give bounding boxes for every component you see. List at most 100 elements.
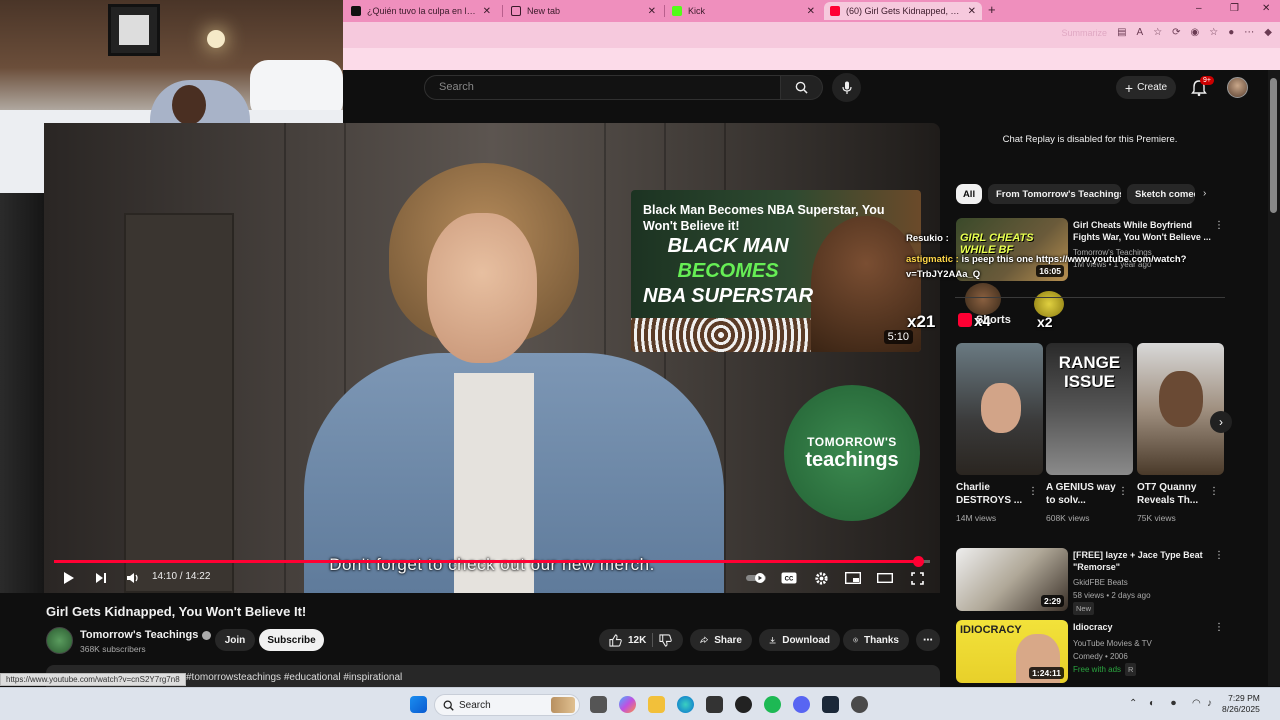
favorite-star-icon[interactable]: ☆ xyxy=(1153,27,1162,38)
tab-youtube[interactable]: (60) Girl Gets Kidnapped, You Won't Beli… xyxy=(824,2,982,20)
account-avatar[interactable] xyxy=(1227,77,1248,98)
autoplay-toggle[interactable] xyxy=(744,569,768,587)
discord-icon[interactable] xyxy=(793,696,810,713)
favorites-icon[interactable]: ☆ xyxy=(1209,27,1218,38)
download-button[interactable]: Download xyxy=(759,629,840,651)
next-button[interactable] xyxy=(92,569,110,587)
new-tab-button[interactable]: + xyxy=(988,2,996,17)
skip-next-icon xyxy=(96,573,106,583)
steam-icon[interactable] xyxy=(822,696,839,713)
close-icon[interactable]: ✕ xyxy=(807,6,815,17)
volume-button[interactable] xyxy=(124,569,142,587)
theater-mode-button[interactable] xyxy=(876,569,894,587)
short-title[interactable]: Charlie DESTROYS ... xyxy=(956,481,1032,507)
microphone-icon[interactable]: ⏺ xyxy=(1171,698,1176,709)
fullscreen-button[interactable] xyxy=(908,569,926,587)
shorts-next-button[interactable]: › xyxy=(1210,411,1232,433)
task-view-icon[interactable] xyxy=(590,696,607,713)
short-title[interactable]: OT7 Quanny Reveals Th... xyxy=(1137,481,1213,507)
chip-sketch-comedy[interactable]: Sketch comedy xyxy=(1127,184,1195,204)
reader-icon[interactable]: ▤ xyxy=(1117,27,1126,38)
copilot-icon[interactable] xyxy=(619,696,636,713)
minimize-button[interactable]: – xyxy=(1196,3,1202,14)
short-title[interactable]: A GENIUS way to solv... xyxy=(1046,481,1122,507)
search-button[interactable] xyxy=(781,75,823,100)
profile-icon[interactable]: ● xyxy=(1228,27,1234,38)
more-vertical-icon[interactable]: ⋮ xyxy=(1118,486,1128,497)
summarize-button[interactable]: Summarize xyxy=(1062,28,1108,38)
wifi-icon[interactable]: ◠ xyxy=(1192,698,1201,709)
tray-chevron-icon[interactable]: ⌃ xyxy=(1129,698,1137,709)
more-vertical-icon[interactable]: ⋮ xyxy=(1028,486,1038,497)
short-thumbnail[interactable] xyxy=(956,343,1043,475)
close-icon[interactable]: ✕ xyxy=(648,6,656,17)
recommended-thumbnail[interactable]: 2:29 xyxy=(956,548,1068,611)
read-aloud-icon[interactable]: A xyxy=(1137,27,1144,38)
address-bar[interactable]: Summarize ▤ A ☆ ⟳ ◉ ☆ ● ⋯ ◆ xyxy=(343,22,1280,48)
more-horizontal-icon: ⋯ xyxy=(923,634,933,646)
more-vertical-icon[interactable]: ⋮ xyxy=(1209,486,1219,497)
more-vertical-icon[interactable]: ⋮ xyxy=(1214,622,1224,633)
spotify-icon[interactable] xyxy=(764,696,781,713)
edge-browser-icon[interactable] xyxy=(677,696,694,713)
tab-kick[interactable]: Kick ✕ xyxy=(666,2,821,20)
close-icon[interactable]: ✕ xyxy=(968,6,976,17)
short-thumbnail[interactable] xyxy=(1137,343,1224,475)
youtube-icon xyxy=(830,6,840,16)
more-vertical-icon[interactable]: ⋮ xyxy=(1214,220,1224,231)
thanks-button[interactable]: $ Thanks xyxy=(843,629,909,651)
captions-button[interactable]: CC xyxy=(780,569,798,587)
recommended-channel[interactable]: YouTube Movies & TV xyxy=(1073,637,1152,650)
recommended-title[interactable]: [FREE] Iayze + Jace Type Beat "Remorse" xyxy=(1073,549,1213,573)
video-player[interactable]: Black Man Becomes NBA Superstar, You Won… xyxy=(44,123,940,593)
close-icon[interactable]: ✕ xyxy=(483,6,491,17)
like-button[interactable]: 12K xyxy=(609,633,646,647)
endscreen-video-card[interactable]: Black Man Becomes NBA Superstar, You Won… xyxy=(631,190,921,352)
voice-search-button[interactable] xyxy=(832,73,861,102)
chip-all[interactable]: All xyxy=(956,184,982,204)
recommended-thumbnail[interactable]: IDIOCRACY 1:24:11 xyxy=(956,620,1068,683)
recommended-title[interactable]: Idiocracy xyxy=(1073,621,1213,633)
miniplayer-button[interactable] xyxy=(844,569,862,587)
close-window-button[interactable]: ✕ xyxy=(1262,3,1270,14)
copilot-icon[interactable]: ◆ xyxy=(1264,27,1272,38)
dislike-button[interactable] xyxy=(659,633,673,647)
chip-from-channel[interactable]: From Tomorrow's Teachings xyxy=(988,184,1121,204)
description-hashtags[interactable]: #tomorrowsteachings #educational #inspir… xyxy=(186,672,402,683)
tab-new-tab[interactable]: New tab ✕ xyxy=(505,2,662,20)
obs-icon[interactable] xyxy=(851,696,868,713)
settings-button[interactable] xyxy=(812,569,830,587)
recommended-channel[interactable]: GkidFBE Beats xyxy=(1073,576,1128,589)
more-vertical-icon[interactable]: ⋮ xyxy=(1214,550,1224,561)
create-button[interactable]: + Create xyxy=(1116,76,1176,99)
more-icon[interactable]: ⋯ xyxy=(1244,27,1254,38)
search-input[interactable]: Search xyxy=(424,75,781,100)
extensions-icon[interactable]: ⟳ xyxy=(1172,27,1180,38)
tab-tiktok[interactable]: ¿Quién tuvo la culpa en la historia? ✕ xyxy=(345,2,497,20)
share-button[interactable]: Share xyxy=(690,629,752,651)
channel-name[interactable]: Tomorrow's Teachings xyxy=(80,629,212,641)
recommended-title[interactable]: Girl Cheats While Boyfriend Fights War, … xyxy=(1073,219,1213,243)
taskbar-search[interactable]: Search xyxy=(434,694,580,716)
chevron-right-icon[interactable]: › xyxy=(1203,188,1206,199)
maximize-button[interactable]: ❐ xyxy=(1230,3,1239,14)
scrollbar-thumb[interactable] xyxy=(1270,78,1277,213)
download-icon xyxy=(769,636,776,644)
join-button[interactable]: Join xyxy=(215,629,255,651)
store-icon[interactable] xyxy=(706,696,723,713)
tray-app-icon[interactable]: ◐ xyxy=(1149,698,1155,709)
volume-icon[interactable]: ♪ xyxy=(1207,698,1212,709)
taskbar-clock[interactable]: 7:29 PM 8/26/2025 xyxy=(1222,693,1260,715)
start-menu-icon[interactable] xyxy=(410,696,427,713)
search-icon xyxy=(795,81,808,94)
file-explorer-icon[interactable] xyxy=(648,696,665,713)
more-actions-button[interactable]: ⋯ xyxy=(916,629,940,651)
channel-avatar[interactable] xyxy=(46,627,73,654)
extension-icon[interactable]: ◉ xyxy=(1191,27,1200,38)
app-icon[interactable] xyxy=(735,696,752,713)
short-thumbnail[interactable]: RANGE ISSUE xyxy=(1046,343,1133,475)
channel-logo-endscreen[interactable]: TOMORROW'S teachings xyxy=(784,385,920,521)
chat-emote-image xyxy=(1034,291,1064,317)
subscribe-button[interactable]: Subscribe xyxy=(259,629,324,651)
play-button[interactable] xyxy=(60,569,78,587)
